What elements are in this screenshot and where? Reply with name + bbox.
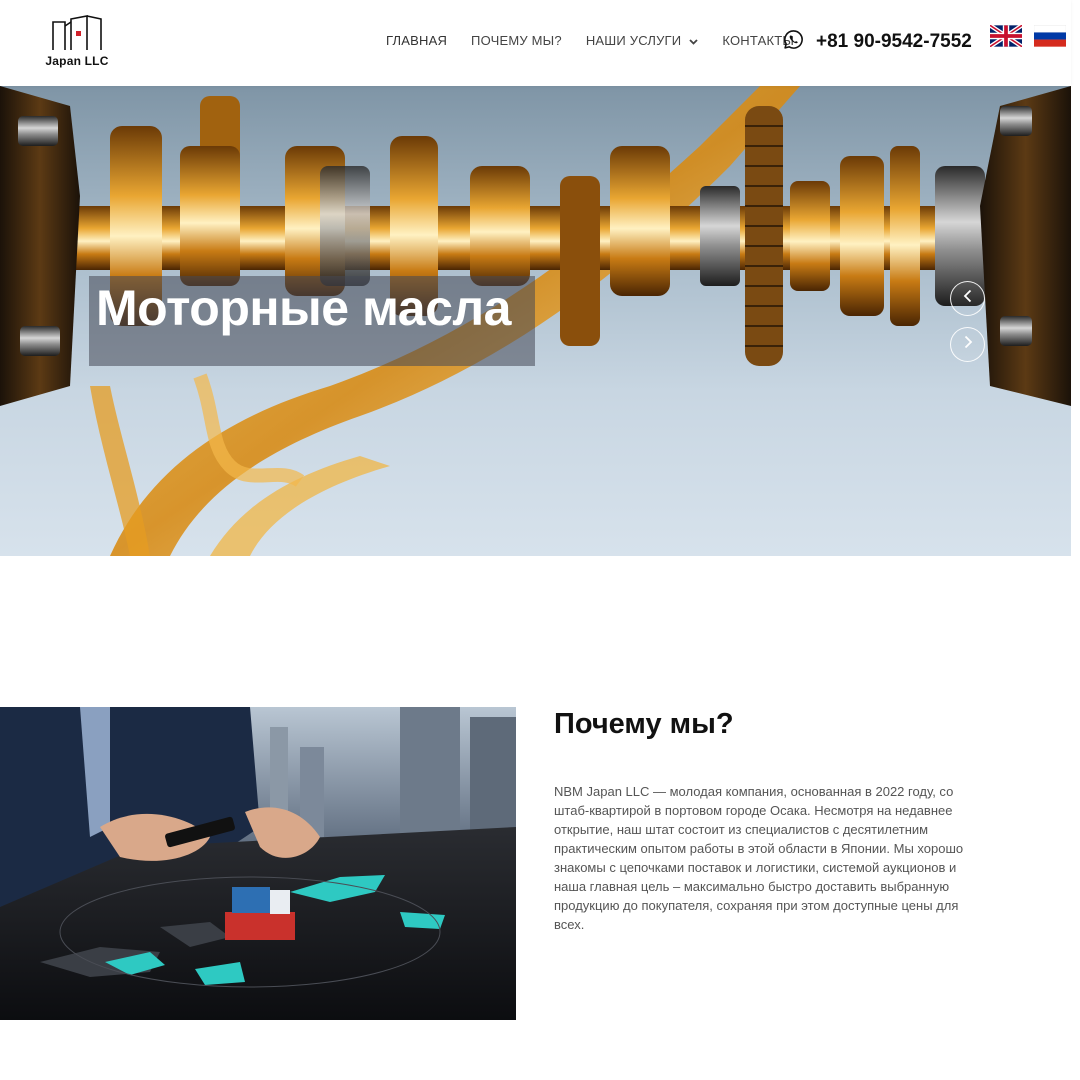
chevron-down-icon (689, 33, 698, 48)
why-us-text: NBM Japan LLC — молодая компания, основа… (554, 784, 964, 932)
nav-item-services[interactable]: НАШИ УСЛУГИ (586, 33, 699, 48)
english-flag-icon[interactable] (990, 25, 1022, 47)
logo-icon (52, 15, 102, 50)
logo-link[interactable]: Japan LLC (44, 14, 114, 70)
hero-title: Моторные масла (96, 280, 511, 336)
why-us-image (0, 707, 516, 1020)
slider-next-button[interactable] (950, 327, 985, 362)
nav-item-why-us[interactable]: ПОЧЕМУ МЫ? (471, 33, 562, 48)
phone-link[interactable]: +81 90-9542-7552 (783, 29, 972, 55)
nav-item-home[interactable]: ГЛАВНАЯ (386, 33, 447, 48)
chevron-right-icon (963, 335, 973, 354)
logo-text: Japan LLC (45, 54, 109, 68)
hero-slider: Моторные масла (0, 86, 1071, 556)
why-us-title: Почему мы? (554, 708, 734, 740)
nav-item-services-label: НАШИ УСЛУГИ (585, 33, 682, 48)
slider-prev-button[interactable] (950, 281, 985, 316)
phone-number: +81 90-9542-7552 (816, 31, 972, 52)
chevron-left-icon (963, 289, 973, 308)
main-nav: ГЛАВНАЯ ПОЧЕМУ МЫ? НАШИ УСЛУГИ КОНТАКТЫ (386, 33, 818, 48)
russian-flag-icon[interactable] (1034, 25, 1066, 47)
site-header: Japan LLC ГЛАВНАЯ ПОЧЕМУ МЫ? НАШИ УСЛУГИ… (0, 0, 1071, 86)
whatsapp-icon (783, 29, 804, 55)
